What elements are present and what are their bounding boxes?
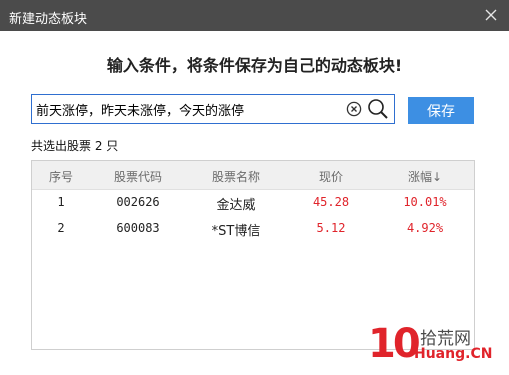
- result-count: 共选出股票 2 只: [31, 139, 119, 153]
- stock-price: 45.28: [312, 195, 350, 209]
- row-index: 2: [57, 221, 65, 235]
- stock-code: 002626: [116, 195, 160, 209]
- column-header-price[interactable]: 现价: [286, 168, 376, 185]
- table-row[interactable]: 2 600083 *ST博信 5.12 4.92%: [32, 216, 474, 242]
- title-bar: 新建动态板块: [0, 0, 509, 31]
- column-header-name[interactable]: 股票名称: [186, 168, 286, 185]
- column-header-index[interactable]: 序号: [32, 168, 90, 185]
- table-row[interactable]: 1 002626 金达威 45.28 10.01%: [32, 190, 474, 216]
- stock-name: 金达威: [216, 198, 256, 213]
- row-index: 1: [57, 195, 65, 209]
- instruction-heading: 输入条件，将条件保存为自己的动态板块!: [106, 56, 403, 75]
- stock-code: 600083: [116, 221, 160, 235]
- close-icon[interactable]: [482, 6, 500, 24]
- dialog-window: 新建动态板块 输入条件，将条件保存为自己的动态板块! 保存 共选出股票 2 只: [0, 0, 509, 375]
- search-icon[interactable]: [367, 98, 389, 120]
- column-header-change[interactable]: 涨幅↓: [376, 168, 474, 185]
- save-button[interactable]: 保存: [408, 97, 474, 124]
- condition-input[interactable]: [36, 95, 336, 123]
- window-title: 新建动态板块: [9, 12, 88, 27]
- condition-input-box[interactable]: [31, 94, 395, 124]
- table-header: 序号 股票代码 股票名称 现价 涨幅↓: [32, 161, 474, 190]
- stock-change: 10.01%: [403, 195, 447, 209]
- watermark-logo: 10 拾荒网 Huang.CN: [368, 322, 503, 370]
- clear-circle-icon[interactable]: [346, 101, 362, 117]
- watermark-text-en: Huang.CN: [414, 346, 493, 362]
- column-header-code[interactable]: 股票代码: [90, 168, 186, 185]
- watermark-number: 10: [368, 321, 421, 367]
- stock-name: *ST博信: [211, 224, 261, 239]
- stock-change: 4.92%: [406, 221, 444, 235]
- stock-price: 5.12: [316, 221, 346, 235]
